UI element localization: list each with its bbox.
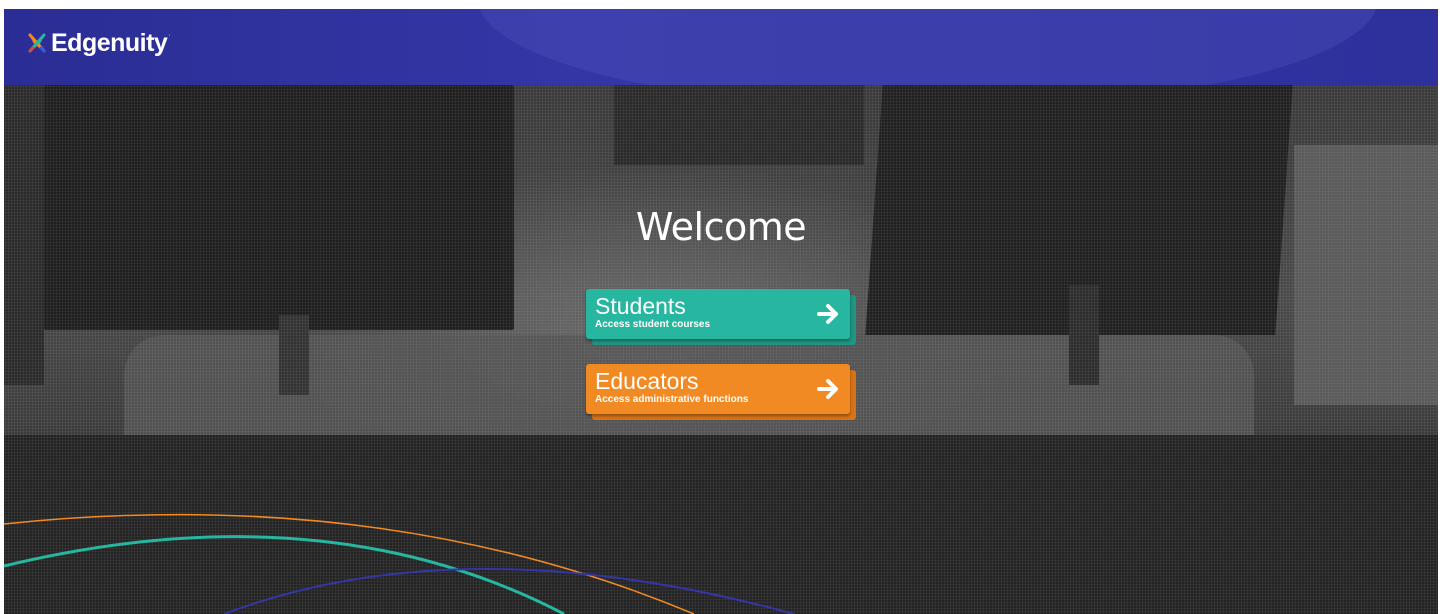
- hero-background: [4, 85, 1438, 614]
- students-button-subtitle: Access student courses: [595, 319, 711, 330]
- background-wall-right: [1294, 145, 1438, 405]
- top-header-bar: Edgenuity ·: [4, 9, 1438, 85]
- teal-arc: [4, 535, 565, 614]
- students-button-face[interactable]: Students Access student courses: [586, 289, 850, 339]
- brand-trademark: ·: [168, 32, 171, 39]
- header-swoosh-decoration: [478, 9, 1378, 85]
- background-monitor-stand-right: [1069, 285, 1099, 385]
- background-monitor-stand-left: [279, 315, 309, 395]
- students-button[interactable]: Students Access student courses: [586, 289, 856, 345]
- arrow-right-icon: [817, 379, 838, 399]
- hero-halftone-overlay: [4, 85, 1438, 614]
- welcome-heading: Welcome: [635, 205, 807, 249]
- educators-button-subtitle: Access administrative functions: [595, 394, 749, 405]
- educators-button-face[interactable]: Educators Access administrative function…: [586, 364, 850, 414]
- edgenuity-x-icon: [28, 33, 46, 53]
- brand-name: Edgenuity: [51, 28, 168, 57]
- students-button-title: Students: [595, 293, 686, 319]
- decorative-arcs: [4, 513, 795, 614]
- educators-button-title: Educators: [595, 368, 699, 394]
- arrow-right-icon: [817, 304, 838, 324]
- edgenuity-logo[interactable]: Edgenuity ·: [26, 23, 171, 63]
- page-frame: Edgenuity · Welcome Students Access stud…: [4, 9, 1438, 614]
- educators-button[interactable]: Educators Access administrative function…: [586, 364, 856, 420]
- orange-arc: [4, 513, 695, 614]
- background-desk-front: [4, 435, 1438, 614]
- background-monitor-center: [614, 85, 864, 165]
- blue-arc: [223, 568, 795, 614]
